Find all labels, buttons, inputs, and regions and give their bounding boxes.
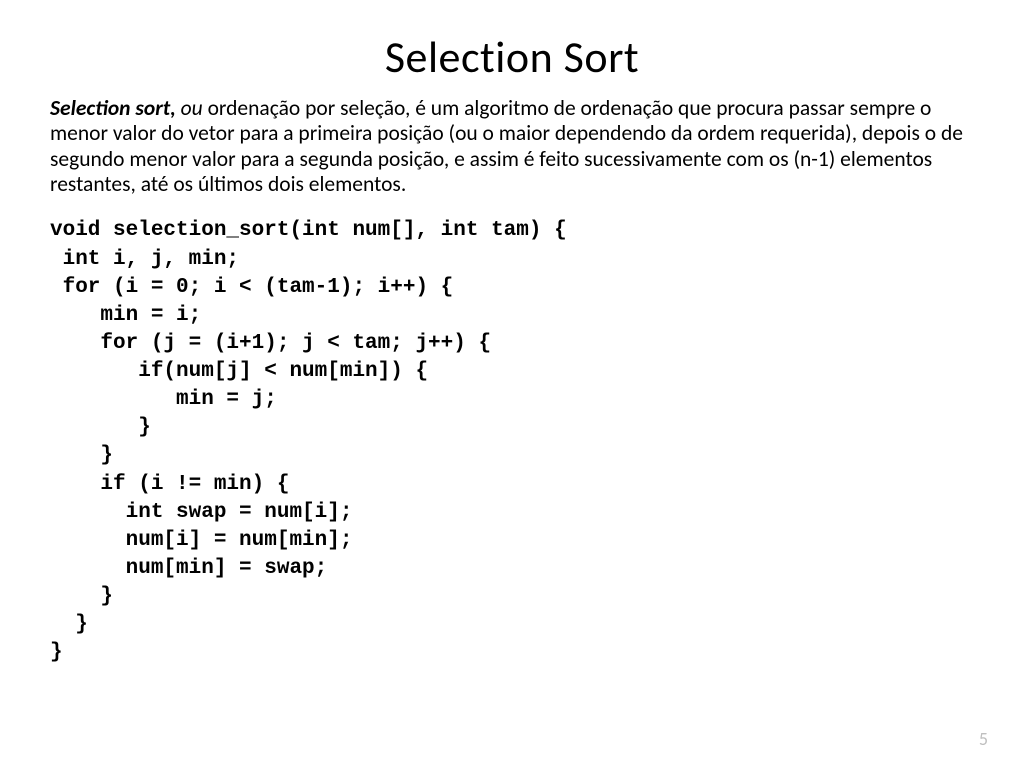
page-title: Selection Sort	[50, 30, 974, 84]
desc-lead-italic: ou	[176, 95, 208, 121]
desc-lead-bold-italic: Selection sort,	[50, 95, 176, 121]
page-number: 5	[979, 728, 988, 750]
code-block: void selection_sort(int num[], int tam) …	[50, 217, 974, 667]
slide: Selection Sort Selection sort, ou ordena…	[0, 0, 1024, 768]
description-paragraph: Selection sort, ou ordenação por seleção…	[50, 96, 974, 197]
